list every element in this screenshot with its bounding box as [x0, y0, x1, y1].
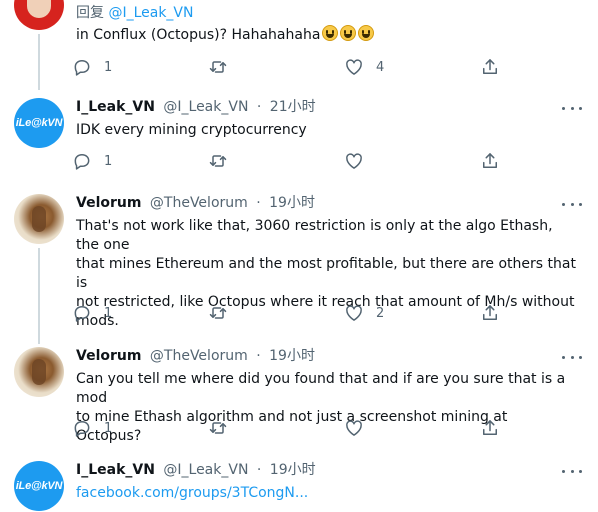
separator: ·	[256, 99, 262, 115]
tweet-header: Velorum @TheVelorum · 19小时	[76, 347, 315, 365]
display-name[interactable]: Velorum	[76, 195, 141, 211]
like-button[interactable]: 2	[344, 302, 384, 324]
handle[interactable]: @I_Leak_VN	[163, 99, 248, 115]
heart-icon	[344, 303, 364, 323]
timeline: 回复 @I_Leak_VN in Conflux (Octopus)? Haha…	[0, 0, 598, 512]
tweet-actions: 1 2	[72, 302, 512, 324]
separator: ·	[256, 195, 261, 211]
retweet-button[interactable]	[208, 150, 228, 172]
reply-button[interactable]: 1	[72, 417, 112, 439]
reply-icon	[72, 303, 92, 323]
timestamp[interactable]: 19小时	[270, 462, 316, 478]
tweet-actions: 1	[72, 150, 512, 172]
tweet-text: facebook.com/groups/3TCongN...	[76, 484, 576, 503]
reply-button[interactable]: 1	[72, 56, 112, 78]
retweet-icon	[208, 303, 228, 323]
heart-icon	[344, 151, 364, 171]
tweet-3[interactable]: Velorum @TheVelorum · 19小时 That's not wo…	[0, 190, 598, 344]
retweet-icon	[208, 151, 228, 171]
grinning-face-icon	[358, 25, 375, 41]
heart-icon	[344, 418, 364, 438]
tweet-text: in Conflux (Octopus)? Hahahahaha	[76, 25, 576, 45]
reply-count: 1	[104, 305, 113, 321]
tweet-header: I_Leak_VN @I_Leak_VN · 19小时	[76, 461, 316, 479]
share-button[interactable]	[480, 302, 500, 324]
handle[interactable]: @TheVelorum	[150, 195, 248, 211]
avatar-logo-text: iLe@kVN	[15, 117, 63, 129]
like-button[interactable]: 4	[344, 56, 384, 78]
grinning-face-icon	[340, 25, 357, 41]
tweet-text: IDK every mining cryptocurrency	[76, 122, 307, 138]
tweet-header: I_Leak_VN @I_Leak_VN · 21小时	[76, 98, 316, 116]
retweet-icon	[208, 57, 228, 77]
timestamp[interactable]: 19小时	[269, 348, 315, 364]
reply-count: 1	[104, 59, 113, 75]
share-icon	[480, 151, 500, 171]
reply-button[interactable]: 1	[72, 302, 112, 324]
retweet-button[interactable]	[208, 417, 228, 439]
display-name[interactable]: Velorum	[76, 348, 141, 364]
avatar[interactable]: iLe@kVN	[14, 461, 64, 511]
more-button[interactable]	[562, 351, 582, 363]
separator: ·	[256, 348, 261, 364]
avatar[interactable]	[14, 347, 64, 397]
share-button[interactable]	[480, 56, 500, 78]
tweet-actions: 1 4	[72, 56, 512, 78]
reply-handle-link[interactable]: @I_Leak_VN	[108, 5, 193, 21]
tweet-text-line: Can you tell me where did you found that…	[76, 371, 566, 406]
like-count: 4	[376, 59, 385, 75]
heart-icon	[344, 57, 364, 77]
reply-prefix: 回复	[76, 5, 104, 21]
thread-line	[38, 34, 40, 90]
tweet-4[interactable]: Velorum @TheVelorum · 19小时 Can you tell …	[0, 343, 598, 448]
like-count: 2	[376, 305, 385, 321]
tweet-actions: 1	[72, 417, 512, 439]
reply-count: 1	[104, 153, 113, 169]
share-button[interactable]	[480, 417, 500, 439]
avatar[interactable]	[14, 0, 64, 30]
external-link[interactable]: facebook.com/groups/3TCongN...	[76, 485, 308, 501]
like-button[interactable]	[344, 417, 364, 439]
tweet-1[interactable]: 回复 @I_Leak_VN in Conflux (Octopus)? Haha…	[0, 0, 598, 90]
more-button[interactable]	[562, 465, 582, 477]
share-icon	[480, 303, 500, 323]
grinning-face-icon	[322, 25, 339, 41]
tweet-2[interactable]: iLe@kVN I_Leak_VN @I_Leak_VN · 21小时 IDK …	[0, 94, 598, 184]
separator: ·	[256, 462, 262, 478]
avatar[interactable]: iLe@kVN	[14, 98, 64, 148]
share-button[interactable]	[480, 150, 500, 172]
timestamp[interactable]: 19小时	[269, 195, 315, 211]
display-name[interactable]: I_Leak_VN	[76, 99, 155, 115]
tweet-text-content: in Conflux (Octopus)? Hahahahaha	[76, 27, 321, 43]
reply-to: 回复 @I_Leak_VN	[76, 4, 194, 22]
avatar-logo-text: iLe@kVN	[15, 480, 63, 492]
thread-line	[38, 248, 40, 344]
share-icon	[480, 57, 500, 77]
retweet-button[interactable]	[208, 56, 228, 78]
reply-icon	[72, 418, 92, 438]
share-icon	[480, 418, 500, 438]
like-button[interactable]	[344, 150, 364, 172]
timestamp[interactable]: 21小时	[270, 99, 316, 115]
avatar[interactable]	[14, 194, 64, 244]
more-button[interactable]	[562, 102, 582, 114]
retweet-icon	[208, 418, 228, 438]
retweet-button[interactable]	[208, 302, 228, 324]
reply-count: 1	[104, 420, 113, 436]
tweet-text-line: That's not work like that, 3060 restrict…	[76, 218, 553, 253]
tweet-header: Velorum @TheVelorum · 19小时	[76, 194, 315, 212]
handle[interactable]: @I_Leak_VN	[163, 462, 248, 478]
reply-icon	[72, 151, 92, 171]
more-button[interactable]	[562, 198, 582, 210]
tweet-5[interactable]: iLe@kVN I_Leak_VN @I_Leak_VN · 19小时 face…	[0, 457, 598, 512]
handle[interactable]: @TheVelorum	[150, 348, 248, 364]
display-name[interactable]: I_Leak_VN	[76, 462, 155, 478]
tweet-text-line: that mines Ethereum and the most profita…	[76, 256, 576, 291]
reply-button[interactable]: 1	[72, 150, 112, 172]
reply-icon	[72, 57, 92, 77]
